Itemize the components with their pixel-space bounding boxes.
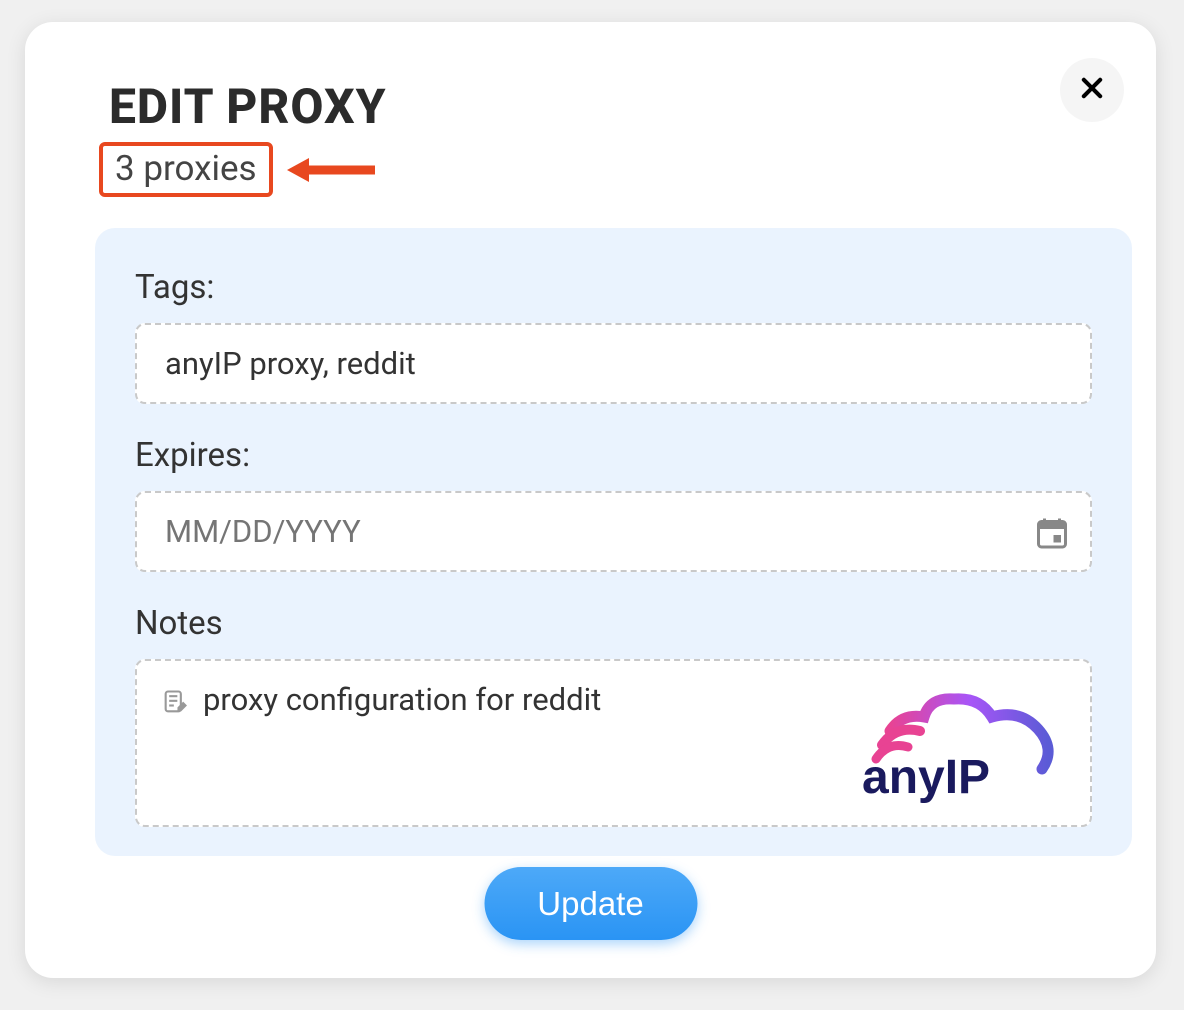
expires-label: Expires: bbox=[135, 436, 1092, 475]
tags-field-group: Tags: bbox=[135, 268, 1092, 404]
update-button[interactable]: Update bbox=[484, 867, 697, 940]
modal-title: EDIT PROXY bbox=[109, 78, 387, 135]
modal-header: EDIT PROXY bbox=[109, 78, 387, 135]
subtitle-annotation: 3 proxies bbox=[99, 142, 377, 197]
expires-field-group: Expires: bbox=[135, 436, 1092, 572]
date-input-wrap bbox=[135, 491, 1092, 572]
arrow-left-icon bbox=[285, 152, 377, 188]
form-panel: Tags: Expires: Notes bbox=[95, 228, 1132, 856]
notes-field-group: Notes proxy configuration for reddit bbox=[135, 604, 1092, 827]
expires-input[interactable] bbox=[135, 491, 1092, 572]
notes-label: Notes bbox=[135, 604, 1092, 643]
proxy-count: 3 proxies bbox=[99, 142, 273, 197]
close-icon bbox=[1078, 69, 1106, 111]
svg-text:anyIP: anyIP bbox=[862, 751, 990, 803]
close-button[interactable] bbox=[1060, 58, 1124, 122]
calendar-icon[interactable] bbox=[1034, 514, 1070, 550]
notes-value: proxy configuration for reddit bbox=[203, 681, 601, 718]
tags-label: Tags: bbox=[135, 268, 1092, 307]
tags-input[interactable] bbox=[135, 323, 1092, 404]
edit-proxy-modal: EDIT PROXY 3 proxies Tags: Expires: bbox=[25, 22, 1156, 978]
notes-input[interactable]: proxy configuration for reddit bbox=[135, 659, 1092, 827]
note-edit-icon bbox=[161, 687, 189, 715]
anyip-logo: anyIP bbox=[852, 673, 1062, 811]
